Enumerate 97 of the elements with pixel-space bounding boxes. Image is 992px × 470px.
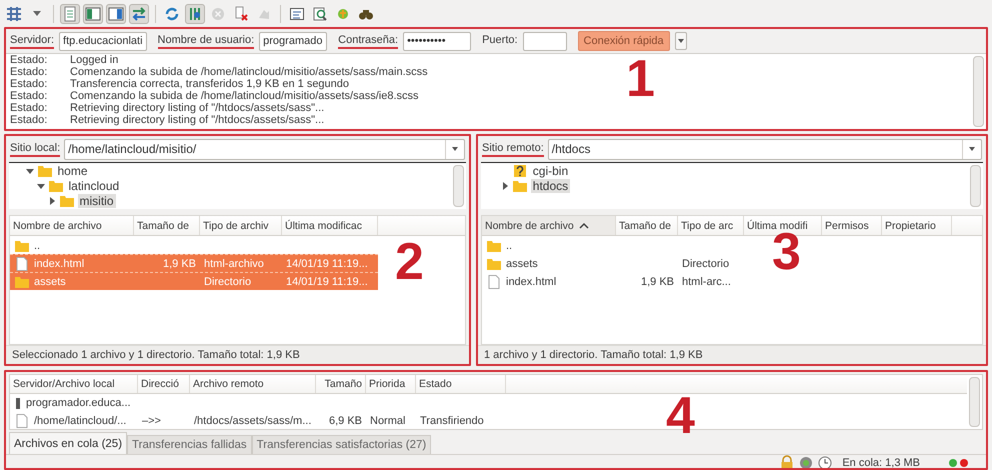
tree-item[interactable]: htdocs xyxy=(530,178,570,192)
log-label: Estado: xyxy=(10,54,48,66)
column-header[interactable]: Tamaño xyxy=(316,375,366,394)
column-header[interactable]: Tamaño de xyxy=(616,216,678,235)
queue-cell: programador.educa... xyxy=(26,397,131,410)
file-cell: 14/01/19 11:19... xyxy=(286,258,368,270)
column-header[interactable]: Servidor/Archivo local xyxy=(10,375,138,394)
path-field[interactable]: /htdocs xyxy=(548,138,982,160)
tree-item[interactable]: home xyxy=(56,164,90,178)
file-cell: Directorio xyxy=(204,276,252,288)
file-cell: 1,9 KB xyxy=(640,276,674,288)
lock-icon xyxy=(779,455,796,468)
path-field[interactable]: /home/latincloud/misitio/ xyxy=(64,138,465,160)
log-message: Retrieving directory listing of "/htdocs/assets/sass"... xyxy=(70,114,326,126)
log-label: Estado: xyxy=(10,66,48,78)
column-header[interactable]: Tamaño de xyxy=(134,216,200,235)
log-message: Comenzando la subida de /home/latincloud/misitio/assets/sass/main.scss xyxy=(70,66,429,78)
dropdown-arrow-icon xyxy=(968,145,976,153)
expander-icon[interactable] xyxy=(500,182,509,190)
queue-tab[interactable]: Transferencias satisfactorias (27) xyxy=(252,435,432,454)
field-label: Servidor: xyxy=(10,34,54,48)
annotation-number: 1 xyxy=(626,53,655,105)
scrollbar[interactable] xyxy=(453,165,464,207)
column-header[interactable]: Estado xyxy=(416,375,506,394)
log-message: Transferencia correcta, transferidos 1,9 KB en 1 segundo xyxy=(70,78,350,90)
log-label: Estado: xyxy=(10,90,48,102)
status-text: 1 archivo y 1 directorio. Tamaño total: 1,9 KB xyxy=(484,349,703,361)
dropdown-arrow-icon xyxy=(451,145,459,153)
column-header[interactable]: Nombre de archivo xyxy=(482,216,616,235)
tree-item[interactable]: misitio xyxy=(78,194,116,208)
column-header[interactable]: Nombre de archivo xyxy=(10,216,134,235)
file-cell: assets xyxy=(34,276,66,288)
queue-cell: Normal xyxy=(370,414,406,427)
input-field[interactable] xyxy=(522,32,567,50)
file-row[interactable]: .. xyxy=(10,236,378,254)
input-field[interactable]: ftp.educacionlati xyxy=(59,32,147,50)
column-header[interactable]: Archivo remoto xyxy=(190,375,316,394)
queue-cell: 6,9 KB xyxy=(328,414,362,427)
file-cell: index.html xyxy=(506,276,556,288)
column-header[interactable]: Direcció xyxy=(138,375,190,394)
queue-cell: /htdocs/assets/sass/m... xyxy=(194,414,312,427)
log-label: Estado: xyxy=(10,114,48,126)
expander-icon[interactable] xyxy=(36,182,44,190)
field-label: Puerto: xyxy=(482,34,518,48)
gear-icon xyxy=(798,455,814,468)
unknown-folder-icon xyxy=(512,162,528,178)
input-field[interactable]: •••••••••• xyxy=(403,32,472,50)
input-field[interactable]: programado xyxy=(259,32,328,50)
file-cell: assets xyxy=(506,258,538,270)
queue-tab[interactable]: Archivos en cola (25) xyxy=(9,432,128,454)
expander-icon[interactable] xyxy=(48,196,56,204)
file-cell: html-arc... xyxy=(682,276,731,288)
file-cell: Directorio xyxy=(682,258,730,270)
queue-cell: Transfiriendo xyxy=(420,414,484,427)
log-message: Logged in xyxy=(70,54,120,66)
tree-item[interactable]: cgi-bin xyxy=(530,164,570,178)
queue-tab[interactable]: Transferencias fallidas xyxy=(127,435,252,454)
queue-row[interactable]: /home/latincloud/... –>> /htdocs/assets/sass/m... 6,9 KB Normal Transfiriendo xyxy=(10,412,510,429)
log-message: Comenzando la subida de /home/latincloud/misitio/assets/sass/ie8.scss xyxy=(70,90,420,102)
sort-ascending-icon xyxy=(578,222,589,230)
file-cell: .. xyxy=(506,240,512,252)
log-label: Estado: xyxy=(10,78,48,90)
expander-icon[interactable] xyxy=(26,166,34,174)
site-label: Sitio remoto: xyxy=(482,142,544,156)
column-header[interactable]: Permisos xyxy=(822,216,882,235)
queue-size-text: En cola: 1,3 MB xyxy=(842,457,920,468)
dropdown-button[interactable] xyxy=(674,32,687,50)
column-header[interactable]: Tipo de archiv xyxy=(200,216,282,235)
file-row[interactable]: index.html 1,9 KB html-arc... xyxy=(482,272,952,290)
status-text: Seleccionado 1 archivo y 1 directorio. Tamaño total: 1,9 KB xyxy=(12,349,300,361)
field-label: Contraseña: xyxy=(338,34,398,48)
annotation-number: 4 xyxy=(666,390,695,442)
file-icon xyxy=(486,274,502,290)
column-header[interactable]: Tipo de arc xyxy=(678,216,744,235)
annotation-number: 2 xyxy=(395,236,424,288)
scrollbar[interactable] xyxy=(969,377,980,427)
file-cell: 14/01/19 11:19... xyxy=(286,276,368,288)
file-cell: .. xyxy=(34,240,40,252)
file-cell: 1,9 KB xyxy=(162,258,196,270)
scrollbar[interactable] xyxy=(970,165,981,207)
queue-cell: –>> xyxy=(142,414,161,427)
log-message: Retrieving directory listing of "/htdocs/assets/sass"... xyxy=(70,102,326,114)
column-header[interactable]: Propietario xyxy=(882,216,952,235)
scrollbar[interactable] xyxy=(973,56,984,127)
file-cell: html-archivo xyxy=(204,258,264,270)
column-header[interactable]: Última modificac xyxy=(282,216,378,235)
field-label: Nombre de usuario: xyxy=(158,34,254,48)
log-label: Estado: xyxy=(10,102,48,114)
clock-icon xyxy=(817,455,834,468)
column-header[interactable]: Priorida xyxy=(366,375,416,394)
dropdown-arrow-icon xyxy=(676,37,685,45)
server-icon xyxy=(14,397,22,410)
file-cell: index.html xyxy=(34,258,84,270)
queue-row[interactable]: programador.educa... xyxy=(10,394,510,412)
tree-item[interactable]: latincloud xyxy=(66,178,122,192)
site-label: Sitio local: xyxy=(10,142,60,156)
queue-cell: /home/latincloud/... xyxy=(34,414,126,427)
